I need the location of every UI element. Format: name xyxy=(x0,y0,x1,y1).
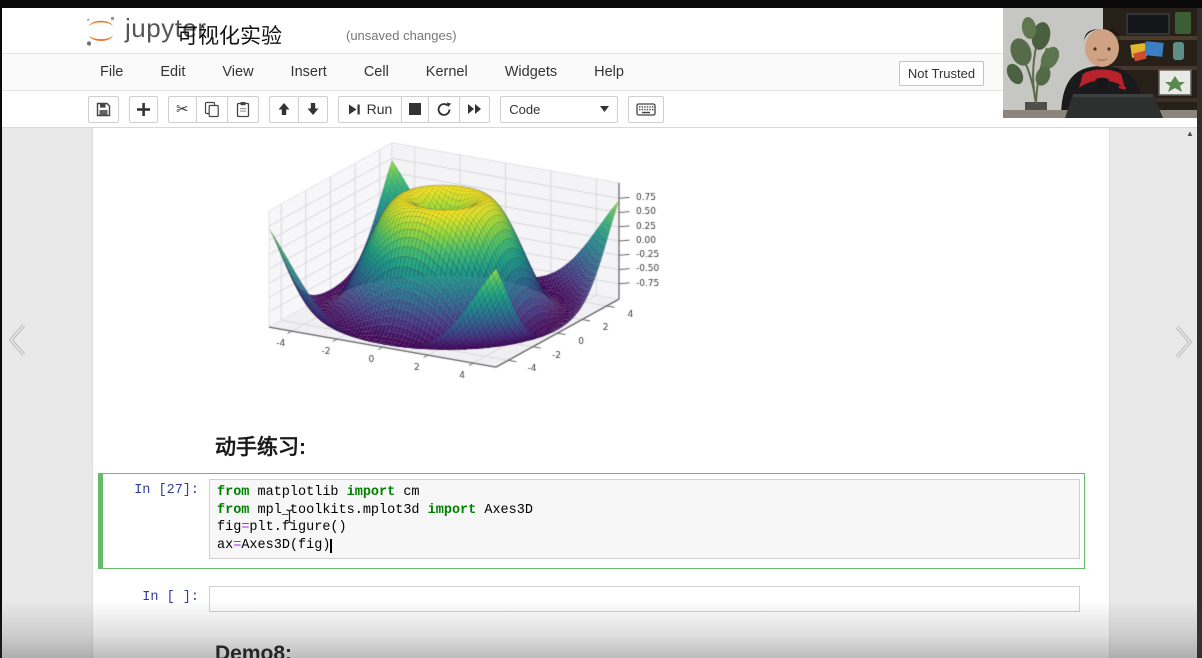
code-editor-empty[interactable] xyxy=(209,586,1080,612)
cell-input-prompt: In [ ]: xyxy=(103,586,209,605)
restart-kernel-icon xyxy=(436,102,452,117)
run-icon xyxy=(348,103,361,116)
mouse-cursor xyxy=(284,508,295,530)
cell-type-dropdown[interactable]: Code xyxy=(500,96,618,123)
menu-widgets[interactable]: Widgets xyxy=(505,64,557,80)
figure-output xyxy=(244,131,669,393)
run-button-label: Run xyxy=(367,101,393,117)
code-line: from matplotlib import cm xyxy=(217,484,1072,502)
chevron-left-icon xyxy=(3,318,33,362)
restart-run-all-button[interactable] xyxy=(459,96,490,123)
next-section-heading-partial: Demo8: xyxy=(215,642,292,658)
paste-button[interactable] xyxy=(227,96,259,123)
letterbox-left-edge xyxy=(0,8,2,658)
move-up-icon xyxy=(277,102,291,116)
chevron-right-icon xyxy=(1168,320,1198,364)
menu-cell[interactable]: Cell xyxy=(364,64,389,80)
menu-insert[interactable]: Insert xyxy=(291,64,327,80)
command-palette-button[interactable] xyxy=(628,96,664,123)
menu-kernel[interactable]: Kernel xyxy=(426,64,468,80)
dropdown-caret-icon xyxy=(600,106,609,112)
scroll-top-arrow-icon[interactable]: ▲ xyxy=(1186,129,1194,138)
copy-button[interactable] xyxy=(196,96,228,123)
trust-status-button[interactable]: Not Trusted xyxy=(899,61,984,86)
save-button[interactable] xyxy=(88,96,119,123)
menu-file[interactable]: File xyxy=(100,64,123,80)
code-cell-selected[interactable]: In [27]: from matplotlib import cm from … xyxy=(98,473,1085,569)
jupyter-notebook-window: jupyter 可视化实验 (unsaved changes) File Edi… xyxy=(0,0,1202,658)
next-slide-button[interactable] xyxy=(1168,320,1198,369)
text-caret xyxy=(330,539,332,553)
section-heading: 动手练习: xyxy=(215,431,306,461)
webcam-scene xyxy=(1003,8,1197,118)
webcam-video-overlay xyxy=(1003,8,1197,118)
code-line: from mpl_toolkits.mplot3d import Axes3D xyxy=(217,502,1072,520)
run-cell-button[interactable]: Run xyxy=(338,96,403,123)
interrupt-kernel-button[interactable] xyxy=(401,96,429,123)
empty-code-cell[interactable]: In [ ]: xyxy=(98,580,1085,618)
move-cell-up-button[interactable] xyxy=(269,96,299,123)
code-editor[interactable]: from matplotlib import cm from mpl_toolk… xyxy=(209,479,1080,559)
keyboard-icon xyxy=(636,101,656,117)
menu-help[interactable]: Help xyxy=(594,64,624,80)
add-cell-button[interactable] xyxy=(129,96,158,123)
restart-kernel-button[interactable] xyxy=(428,96,460,123)
menu-edit[interactable]: Edit xyxy=(160,64,185,80)
move-down-icon xyxy=(306,102,320,116)
cell-input-prompt: In [27]: xyxy=(103,479,209,498)
notebook-page-background: 动手练习: In [27]: from matplotlib import cm… xyxy=(2,128,1197,658)
stop-icon xyxy=(409,103,421,115)
surface-plot-canvas xyxy=(244,131,669,393)
move-cell-down-button[interactable] xyxy=(298,96,328,123)
prev-slide-button[interactable] xyxy=(3,318,33,367)
notebook-content-area: 动手练习: In [27]: from matplotlib import cm… xyxy=(92,128,1110,658)
letterbox-top-bar xyxy=(0,0,1202,8)
restart-run-all-icon xyxy=(467,103,482,115)
save-status-text: (unsaved changes) xyxy=(346,28,457,43)
webcam-laptop xyxy=(1065,94,1163,118)
notebook-title[interactable]: 可视化实验 xyxy=(177,20,282,50)
paste-icon xyxy=(235,101,251,118)
code-line: fig=plt.figure() xyxy=(217,519,1072,537)
jupyter-logo-icon xyxy=(84,14,118,48)
add-cell-icon xyxy=(137,103,150,116)
save-icon xyxy=(96,102,111,117)
menu-view[interactable]: View xyxy=(222,64,253,80)
code-line: ax=Axes3D(fig) xyxy=(217,537,1072,555)
cell-type-value: Code xyxy=(509,102,540,117)
cut-button[interactable]: ✂ xyxy=(168,96,197,123)
cut-icon: ✂ xyxy=(176,102,189,117)
copy-icon xyxy=(204,101,220,118)
